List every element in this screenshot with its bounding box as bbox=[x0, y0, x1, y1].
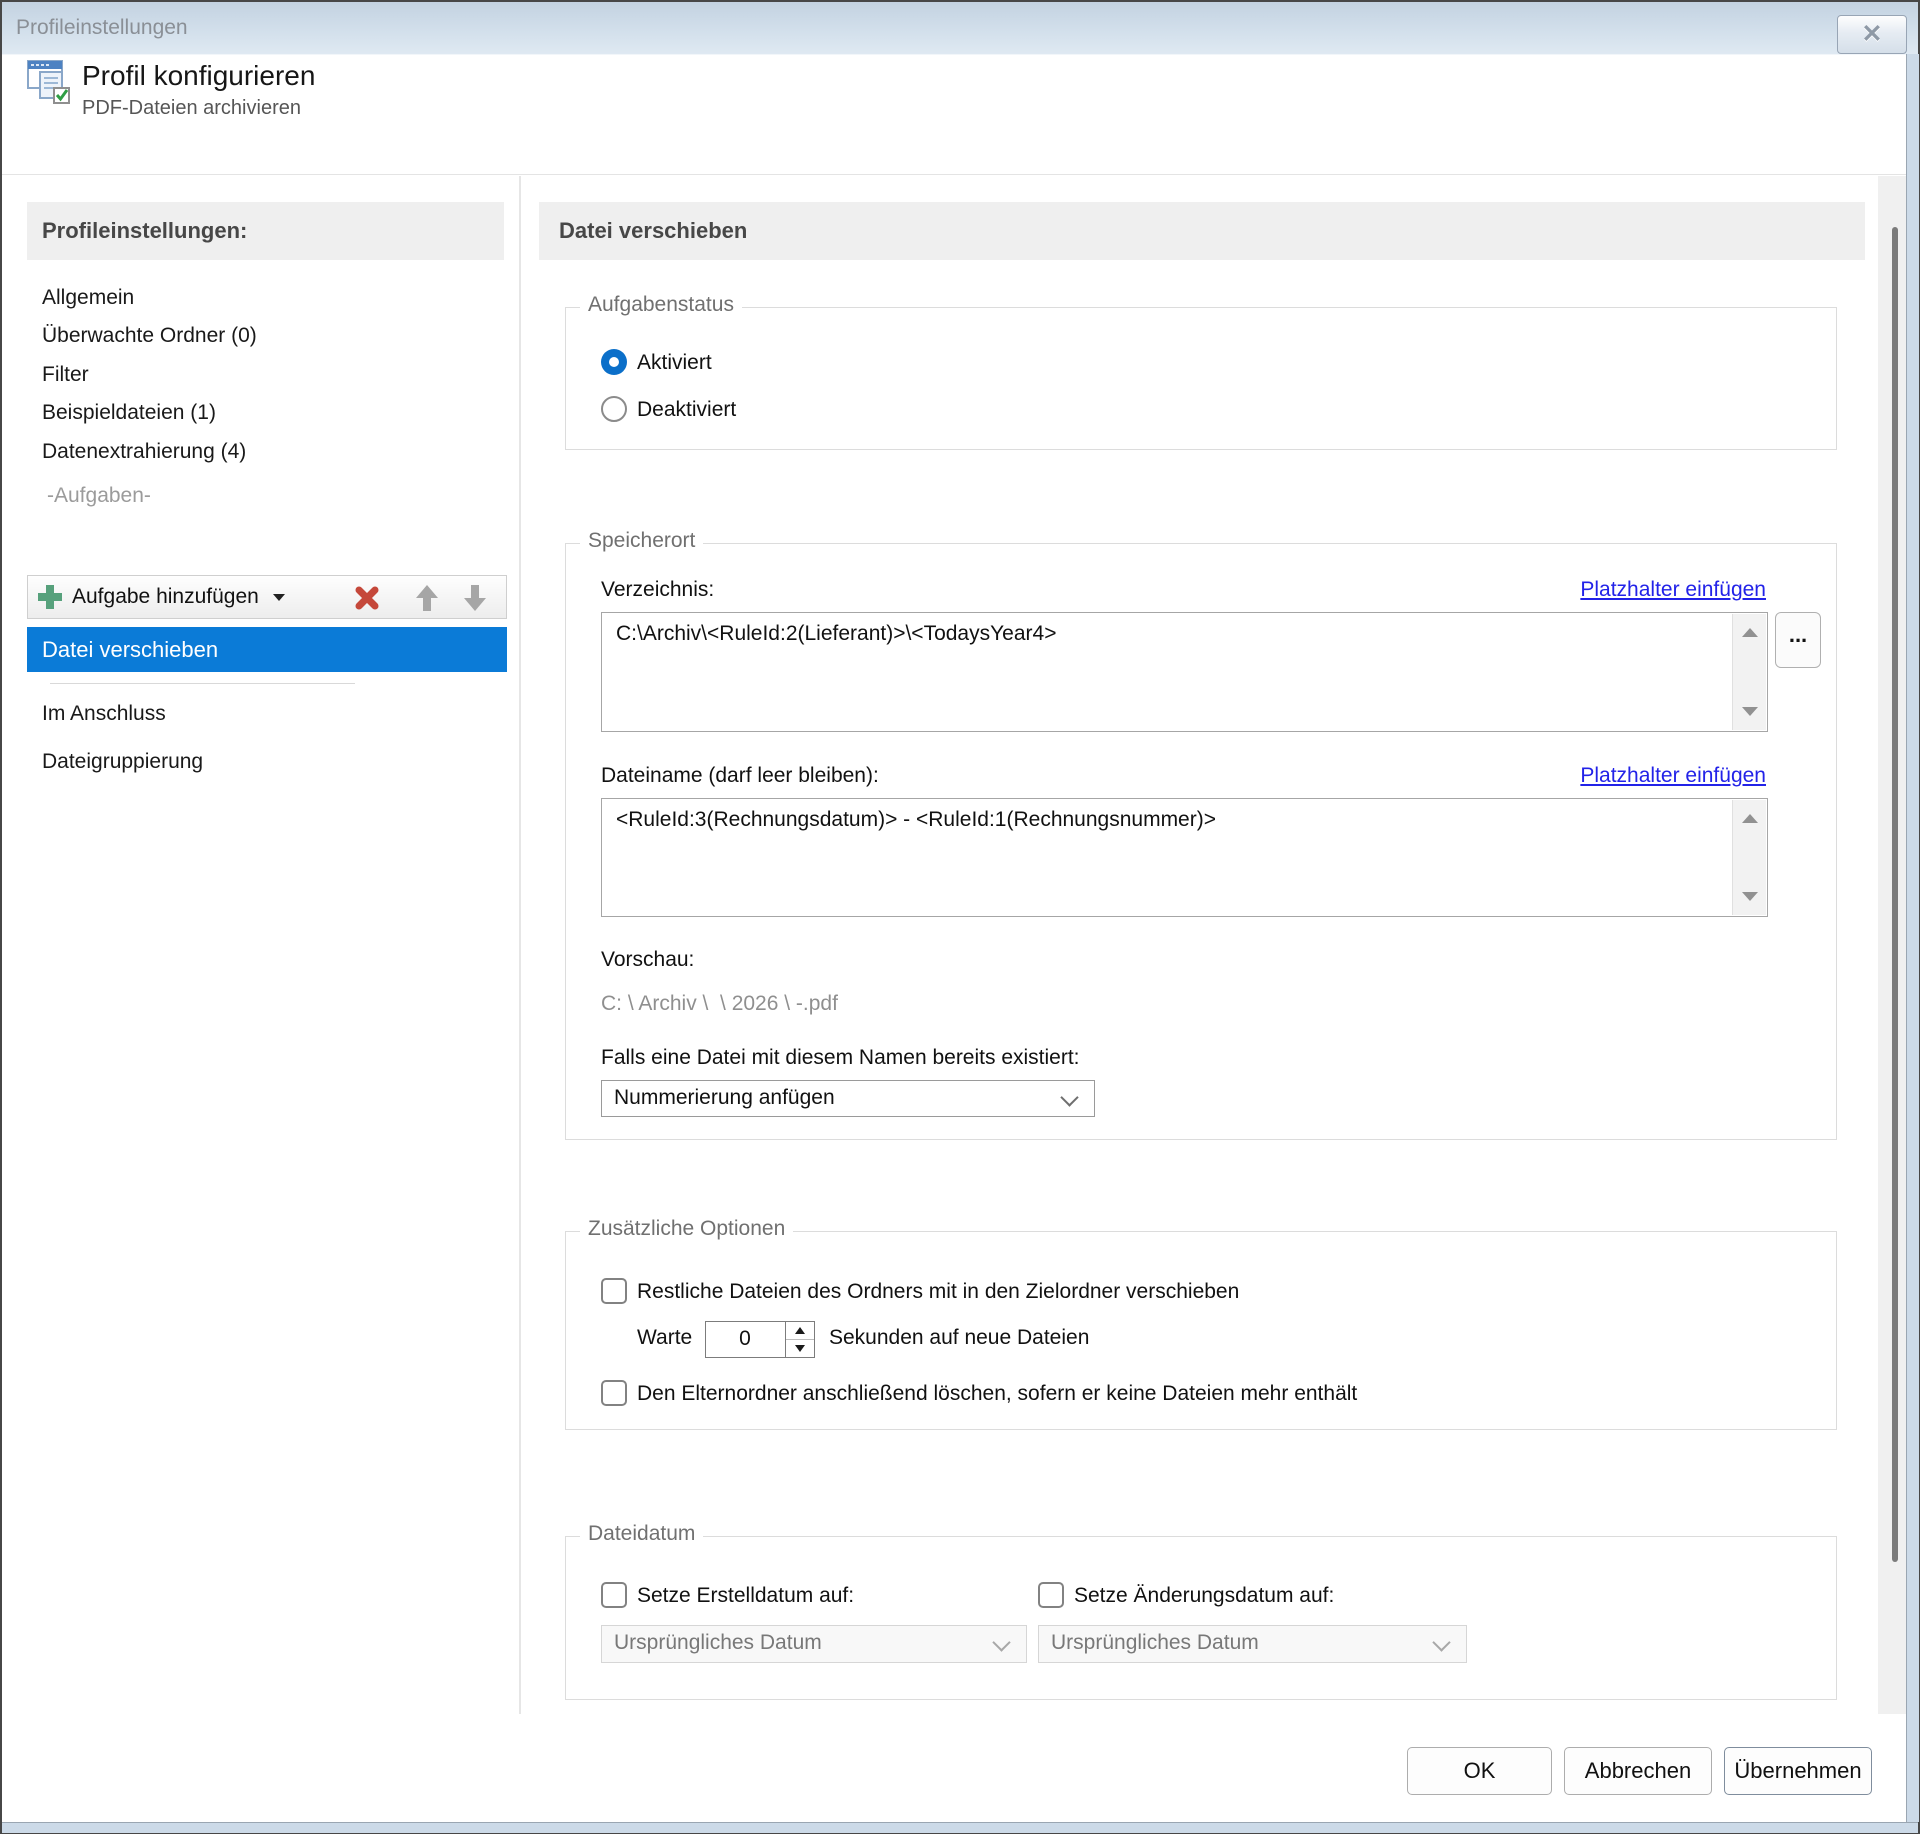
storage-legend: Speicherort bbox=[580, 529, 704, 553]
sidebar-heading: Profileinstellungen: bbox=[27, 202, 504, 260]
browse-button[interactable]: ... bbox=[1775, 612, 1821, 668]
main-scrollbar-thumb[interactable] bbox=[1892, 227, 1898, 1562]
sidebar-item-filter[interactable]: Filter bbox=[42, 363, 472, 393]
filename-value: <RuleId:3(Rechnungsdatum)> - <RuleId:1(R… bbox=[616, 808, 1216, 831]
page-subtitle: PDF-Dateien archivieren bbox=[82, 97, 301, 119]
panel-divider bbox=[519, 176, 521, 1714]
scroll-up-icon[interactable] bbox=[1742, 628, 1758, 637]
spin-down-button[interactable] bbox=[786, 1340, 814, 1357]
file-date-group: Dateidatum Setze Erstelldatum auf: Setze… bbox=[565, 1522, 1837, 1700]
spin-down-icon bbox=[795, 1345, 805, 1352]
created-date-dropdown[interactable]: Ursprüngliches Datum bbox=[601, 1625, 1027, 1663]
directory-scrollbar[interactable] bbox=[1732, 614, 1766, 730]
move-down-button[interactable] bbox=[458, 583, 492, 613]
wait-suffix-label: Sekunden auf neue Dateien bbox=[829, 1326, 1090, 1349]
checkbox-move-rest[interactable] bbox=[601, 1278, 627, 1304]
delete-x-icon bbox=[355, 586, 379, 610]
window-border-right bbox=[1906, 54, 1919, 1822]
spin-up-button[interactable] bbox=[786, 1322, 814, 1340]
sidebar-item-datenextrahierung[interactable]: Datenextrahierung (4) bbox=[42, 440, 472, 470]
directory-label: Verzeichnis: bbox=[601, 578, 715, 601]
arrow-up-icon bbox=[416, 585, 438, 611]
options-group: Zusätzliche Optionen Restliche Dateien d… bbox=[565, 1217, 1837, 1430]
scroll-up-icon[interactable] bbox=[1742, 814, 1758, 823]
page-title: Profil konfigurieren bbox=[82, 60, 316, 91]
window-titlebar[interactable]: Profileinstellungen bbox=[2, 2, 1918, 55]
close-icon: ✕ bbox=[1861, 20, 1883, 48]
chevron-down-icon bbox=[1060, 1088, 1079, 1107]
storage-group: Speicherort Verzeichnis: Platzhalter ein… bbox=[565, 529, 1837, 1140]
wait-value: 0 bbox=[739, 1327, 751, 1350]
tasks-section-label: -Aufgaben- bbox=[47, 484, 151, 507]
directory-textarea[interactable]: C:\Archiv\<RuleId:2(Lieferant)>\<TodaysY… bbox=[601, 612, 1768, 732]
file-date-legend: Dateidatum bbox=[580, 1522, 704, 1546]
sidebar-divider bbox=[50, 683, 355, 684]
add-task-button[interactable]: Aufgabe hinzufügen bbox=[38, 576, 285, 618]
arrow-down-icon bbox=[464, 585, 486, 611]
window-border-bottom bbox=[2, 1822, 1918, 1833]
chevron-down-icon bbox=[992, 1633, 1011, 1652]
delete-task-button[interactable] bbox=[350, 583, 384, 613]
task-status-legend: Aufgabenstatus bbox=[580, 293, 742, 317]
radio-deaktiviert-label[interactable]: Deaktiviert bbox=[637, 398, 736, 422]
radio-deaktiviert[interactable] bbox=[601, 396, 627, 422]
sidebar-item-dateigruppierung[interactable]: Dateigruppierung bbox=[42, 750, 472, 780]
move-up-button[interactable] bbox=[410, 583, 444, 613]
chevron-down-icon bbox=[1432, 1633, 1451, 1652]
task-status-group: Aufgabenstatus Aktiviert Deaktiviert bbox=[565, 293, 1837, 450]
window-title: Profileinstellungen bbox=[16, 16, 188, 39]
plus-icon bbox=[38, 585, 62, 609]
scroll-down-icon[interactable] bbox=[1742, 707, 1758, 716]
placeholder-link-filename[interactable]: Platzhalter einfügen bbox=[1580, 764, 1766, 788]
radio-aktiviert[interactable] bbox=[601, 349, 627, 375]
spin-up-icon bbox=[795, 1327, 805, 1334]
checkbox-set-modified[interactable] bbox=[1038, 1582, 1064, 1608]
sidebar-item-ueberwachte-ordner[interactable]: Überwachte Ordner (0) bbox=[42, 324, 472, 354]
task-toolbar: Aufgabe hinzufügen bbox=[27, 575, 507, 619]
sidebar-item-beispieldateien[interactable]: Beispieldateien (1) bbox=[42, 401, 472, 431]
checkbox-delete-parent-label[interactable]: Den Elternordner anschließend löschen, s… bbox=[637, 1382, 1357, 1406]
directory-value: C:\Archiv\<RuleId:2(Lieferant)>\<TodaysY… bbox=[616, 622, 1057, 645]
radio-aktiviert-label[interactable]: Aktiviert bbox=[637, 351, 712, 375]
main-scrollbar-track[interactable] bbox=[1878, 176, 1906, 1714]
profile-icon bbox=[27, 60, 75, 111]
placeholder-link-directory[interactable]: Platzhalter einfügen bbox=[1580, 578, 1766, 602]
exists-dropdown[interactable]: Nummerierung anfügen bbox=[601, 1080, 1095, 1117]
exists-dropdown-value: Nummerierung anfügen bbox=[614, 1086, 835, 1109]
ok-button[interactable]: OK bbox=[1407, 1747, 1552, 1795]
filename-label: Dateiname (darf leer bleiben): bbox=[601, 764, 879, 787]
close-button[interactable]: ✕ bbox=[1837, 15, 1907, 54]
cancel-button[interactable]: Abbrechen bbox=[1564, 1747, 1712, 1795]
wait-spinbox[interactable]: 0 bbox=[705, 1321, 815, 1358]
task-item-datei-verschieben[interactable]: Datei verschieben bbox=[27, 627, 507, 672]
filename-textarea[interactable]: <RuleId:3(Rechnungsdatum)> - <RuleId:1(R… bbox=[601, 798, 1768, 917]
checkbox-move-rest-label[interactable]: Restliche Dateien des Ordners mit in den… bbox=[637, 1280, 1239, 1304]
created-date-value: Ursprüngliches Datum bbox=[614, 1631, 822, 1654]
modified-date-value: Ursprüngliches Datum bbox=[1051, 1631, 1259, 1654]
scroll-down-icon[interactable] bbox=[1742, 892, 1758, 901]
header-divider bbox=[2, 174, 1906, 175]
checkbox-set-created[interactable] bbox=[601, 1582, 627, 1608]
options-legend: Zusätzliche Optionen bbox=[580, 1217, 794, 1241]
chevron-down-icon bbox=[272, 593, 285, 601]
checkbox-set-modified-label[interactable]: Setze Änderungsdatum auf: bbox=[1074, 1584, 1334, 1608]
spinner-buttons bbox=[785, 1322, 814, 1357]
exists-label: Falls eine Datei mit diesem Namen bereit… bbox=[601, 1046, 1080, 1069]
wait-prefix-label: Warte bbox=[637, 1326, 693, 1349]
main-heading: Datei verschieben bbox=[539, 202, 1865, 260]
checkbox-delete-parent[interactable] bbox=[601, 1380, 627, 1406]
preview-value: C: \ Archiv \ \ 2026 \ -.pdf bbox=[601, 992, 838, 1015]
apply-button[interactable]: Übernehmen bbox=[1724, 1747, 1872, 1795]
modified-date-dropdown[interactable]: Ursprüngliches Datum bbox=[1038, 1625, 1467, 1663]
sidebar-item-allgemein[interactable]: Allgemein bbox=[42, 286, 472, 316]
sidebar-item-im-anschluss[interactable]: Im Anschluss bbox=[42, 702, 472, 732]
filename-scrollbar[interactable] bbox=[1732, 800, 1766, 915]
checkbox-set-created-label[interactable]: Setze Erstelldatum auf: bbox=[637, 1584, 854, 1608]
preview-label: Vorschau: bbox=[601, 948, 695, 971]
add-task-label: Aufgabe hinzufügen bbox=[72, 585, 259, 608]
